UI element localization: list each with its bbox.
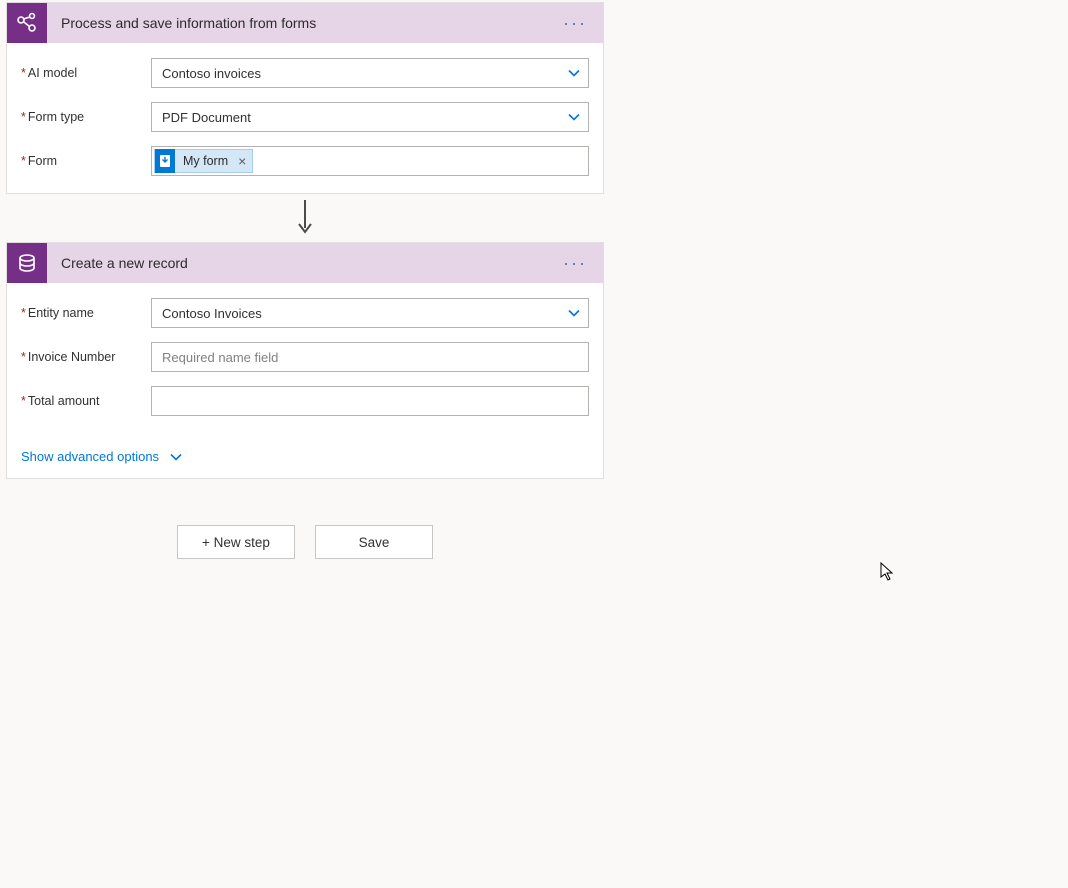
card-title: Process and save information from forms [47, 15, 547, 31]
step-process-forms-card: Process and save information from forms … [6, 2, 604, 194]
field-control: Contoso invoices [151, 58, 589, 88]
field-ai-model: *AI model Contoso invoices [21, 55, 589, 91]
field-control: My form × [151, 146, 589, 176]
token-remove-button[interactable]: × [238, 154, 246, 168]
field-form-type: *Form type PDF Document [21, 99, 589, 135]
card-menu-button[interactable]: ··· [547, 253, 603, 274]
select-value: Contoso Invoices [162, 306, 262, 321]
form-input[interactable]: My form × [151, 146, 589, 176]
total-amount-input[interactable] [151, 386, 589, 416]
entity-name-select[interactable]: Contoso Invoices [151, 298, 589, 328]
field-total-amount: *Total amount [21, 383, 589, 419]
token-label: My form [183, 154, 228, 168]
show-advanced-options-link[interactable]: Show advanced options [21, 449, 183, 464]
field-control: PDF Document [151, 102, 589, 132]
save-button[interactable]: Save [315, 525, 433, 559]
card-body: *Entity name Contoso Invoices *Invoice N… [7, 283, 603, 478]
field-label: *Entity name [21, 306, 151, 320]
flow-connector-arrow [6, 194, 604, 242]
link-text: Show advanced options [21, 449, 159, 464]
field-label: *Form [21, 154, 151, 168]
new-step-button[interactable]: + New step [177, 525, 295, 559]
dynamic-content-token[interactable]: My form × [154, 149, 253, 173]
field-control [151, 386, 589, 416]
label-text: AI model [28, 66, 77, 80]
ai-model-select[interactable]: Contoso invoices [151, 58, 589, 88]
field-label: *Total amount [21, 394, 151, 408]
card-title: Create a new record [47, 255, 547, 271]
label-text: Invoice Number [28, 350, 116, 364]
card-menu-button[interactable]: ··· [547, 13, 603, 34]
select-value: PDF Document [162, 110, 251, 125]
cds-icon [7, 243, 47, 283]
label-text: Form [28, 154, 57, 168]
field-label: *Invoice Number [21, 350, 151, 364]
field-label: *Form type [21, 110, 151, 124]
invoice-number-input[interactable]: Required name field [151, 342, 589, 372]
label-text: Form type [28, 110, 84, 124]
placeholder-text: Required name field [162, 350, 278, 365]
select-value: Contoso invoices [162, 66, 261, 81]
field-form: *Form My form × [21, 143, 589, 179]
card-body: *AI model Contoso invoices *Form type PD… [7, 43, 603, 193]
field-invoice-number: *Invoice Number Required name field [21, 339, 589, 375]
ai-builder-icon [7, 3, 47, 43]
form-type-select[interactable]: PDF Document [151, 102, 589, 132]
button-label: + New step [202, 535, 270, 550]
button-label: Save [359, 535, 390, 550]
label-text: Total amount [28, 394, 100, 408]
cursor-icon [880, 562, 896, 585]
field-control: Required name field [151, 342, 589, 372]
card-header: Process and save information from forms … [7, 3, 603, 43]
field-label: *AI model [21, 66, 151, 80]
label-text: Entity name [28, 306, 94, 320]
form-token-icon [155, 149, 175, 173]
field-control: Contoso Invoices [151, 298, 589, 328]
action-buttons-row: + New step Save [6, 525, 604, 559]
field-entity-name: *Entity name Contoso Invoices [21, 295, 589, 331]
step-create-record-card: Create a new record ··· *Entity name Con… [6, 242, 604, 479]
card-header: Create a new record ··· [7, 243, 603, 283]
